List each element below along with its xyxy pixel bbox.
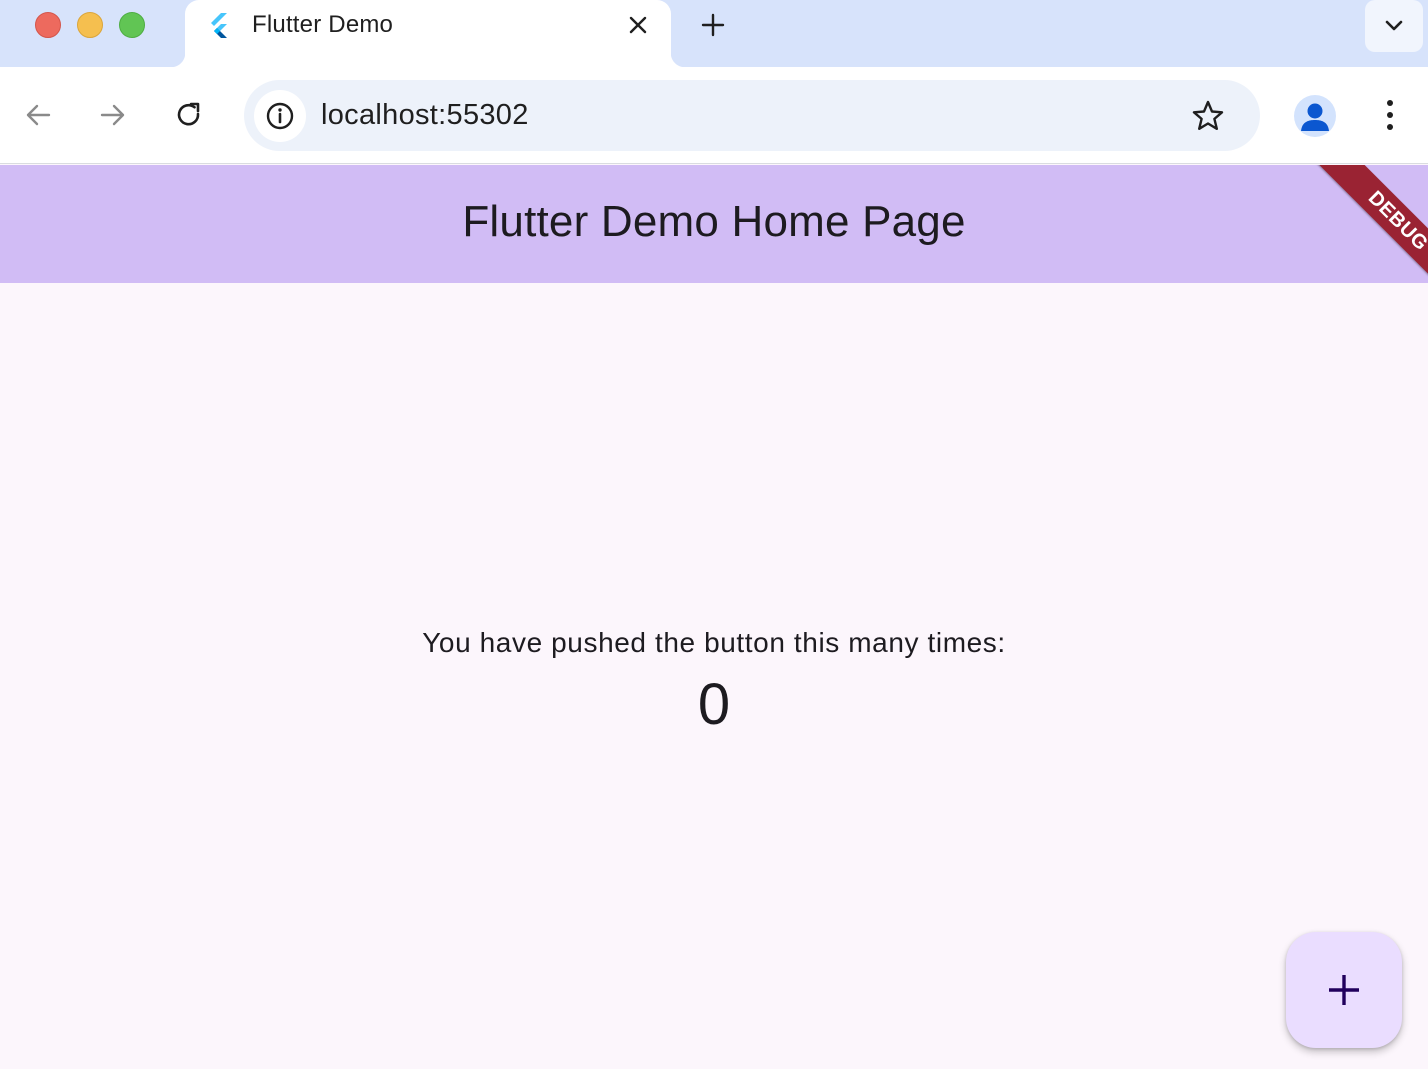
tab-flutter-demo[interactable]: Flutter Demo — [171, 0, 685, 67]
forward-button[interactable] — [93, 95, 133, 135]
chevron-down-icon — [1385, 20, 1403, 31]
tab-strip: Flutter Demo — [0, 0, 1428, 67]
tab-search-button[interactable] — [1365, 0, 1423, 52]
address-bar[interactable]: localhost:55302 — [244, 80, 1260, 151]
plus-icon — [701, 13, 725, 37]
profile-button[interactable] — [1294, 95, 1336, 137]
person-icon — [1301, 103, 1329, 131]
site-info-button[interactable] — [254, 90, 306, 142]
more-vertical-icon — [1387, 100, 1393, 130]
arrow-right-icon — [100, 104, 125, 126]
browser-menu-button[interactable] — [1370, 95, 1410, 135]
plus-icon — [1329, 975, 1359, 1005]
counter-value: 0 — [697, 672, 731, 737]
new-tab-button[interactable] — [698, 10, 728, 40]
flutter-logo-icon — [211, 13, 227, 38]
increment-button[interactable] — [1286, 932, 1402, 1048]
bookmark-button[interactable] — [1190, 98, 1226, 134]
tab-title: Flutter Demo — [252, 11, 394, 38]
reload-button[interactable] — [169, 95, 209, 135]
minimize-window-button[interactable] — [77, 12, 103, 38]
url-text[interactable]: localhost:55302 — [321, 99, 529, 132]
counter-label: You have pushed the button this many tim… — [422, 627, 1006, 658]
star-icon — [1192, 100, 1224, 130]
app-bar: Flutter Demo Home Page — [0, 165, 1428, 283]
info-icon — [266, 102, 294, 130]
browser-window: Flutter Demo localhost:55302 Flutter Dem… — [0, 0, 1428, 1069]
page-title: Flutter Demo Home Page — [462, 197, 966, 246]
close-window-button[interactable] — [35, 12, 61, 38]
close-icon — [629, 16, 647, 34]
arrow-left-icon — [26, 104, 51, 126]
back-button[interactable] — [18, 95, 58, 135]
browser-toolbar: localhost:55302 — [0, 67, 1428, 164]
maximize-window-button[interactable] — [119, 12, 145, 38]
app-body: You have pushed the button this many tim… — [0, 283, 1428, 1069]
reload-icon — [177, 102, 200, 126]
close-tab-button[interactable] — [625, 12, 651, 38]
